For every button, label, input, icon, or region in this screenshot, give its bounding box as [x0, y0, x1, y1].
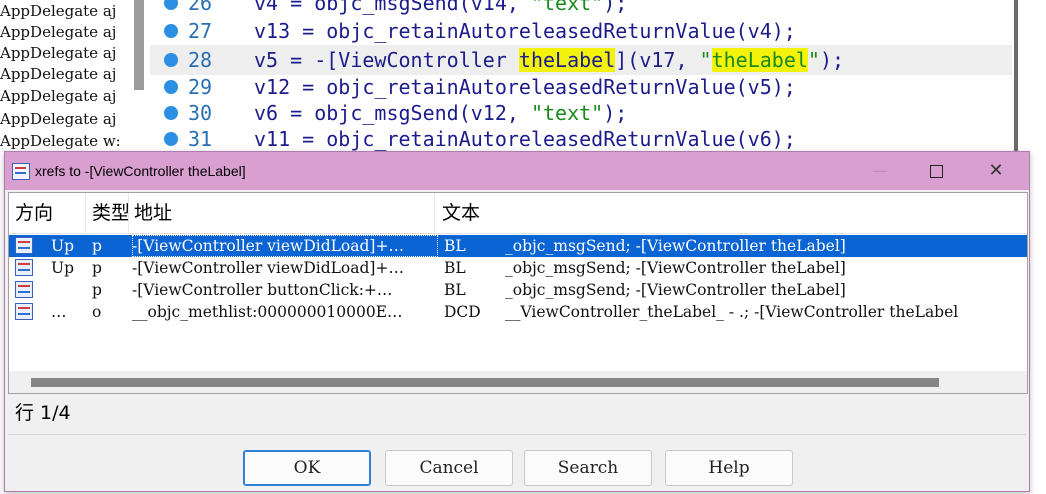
table-row[interactable]: … o __objc_methlist:000000010000E… DCD _…	[9, 301, 1027, 323]
row-text: _objc_msgSend; -[ViewController theLabel…	[505, 281, 846, 299]
breakpoint-dot-icon[interactable]	[164, 106, 178, 120]
column-header-text[interactable]: 文本	[442, 193, 1022, 233]
xrefs-list[interactable]: 方向 类型 地址 文本 Up p -[ViewController viewDi…	[8, 192, 1028, 394]
highlighted-identifier: theLabel	[711, 48, 808, 72]
code-line[interactable]: 31 v11 = objc_retainAutoreleasedReturnVa…	[150, 124, 1012, 154]
row-mnemonic: BL	[444, 281, 466, 299]
breakpoint-dot-icon[interactable]	[164, 24, 178, 38]
function-list-item[interactable]: AppDelegate w:	[0, 130, 121, 153]
xref-code-icon	[15, 237, 33, 254]
line-number: 28	[188, 48, 213, 72]
row-count-status: 行 1/4	[15, 402, 71, 424]
column-header-address[interactable]: 地址	[134, 193, 435, 233]
dialog-titlebar[interactable]: xrefs to -[ViewController theLabel] — ✕	[5, 152, 1029, 190]
row-type: p	[92, 259, 102, 277]
horizontal-scrollbar[interactable]	[9, 371, 1027, 393]
breakpoint-dot-icon[interactable]	[164, 0, 178, 10]
search-button[interactable]: Search	[524, 450, 652, 486]
row-direction: Up	[51, 259, 74, 277]
code-text: v11 = objc_retainAutoreleasedReturnValue…	[254, 127, 796, 151]
row-mnemonic: DCD	[444, 303, 481, 321]
help-button[interactable]: Help	[665, 450, 793, 486]
table-row[interactable]: Up p -[ViewController viewDidLoad]+… BL …	[9, 235, 1027, 257]
table-row[interactable]: p -[ViewController buttonClick:+… BL _ob…	[9, 279, 1027, 301]
pane-border	[1014, 0, 1018, 160]
row-type: p	[92, 281, 102, 299]
maximize-button[interactable]	[913, 152, 959, 190]
divider	[8, 434, 1026, 435]
breakpoint-dot-icon[interactable]	[164, 132, 178, 146]
code-line-current[interactable]: 28 v5 = -[ViewController theLabel](v17, …	[150, 45, 1012, 75]
code-text: v13 = objc_retainAutoreleasedReturnValue…	[254, 19, 796, 43]
xrefs-dialog: xrefs to -[ViewController theLabel] — ✕ …	[4, 151, 1030, 492]
row-address: -[ViewController viewDidLoad]+…	[132, 235, 438, 257]
breakpoint-dot-icon[interactable]	[164, 53, 178, 67]
row-mnemonic: BL	[444, 237, 466, 255]
function-list-item[interactable]: AppDelegate aj	[0, 63, 116, 86]
function-list-item[interactable]: AppDelegate aj	[0, 108, 116, 131]
row-direction: Up	[51, 237, 74, 255]
table-row[interactable]: Up p -[ViewController viewDidLoad]+… BL …	[9, 257, 1027, 279]
line-number: 31	[188, 127, 213, 151]
code-line[interactable]: 27 v13 = objc_retainAutoreleasedReturnVa…	[150, 16, 1012, 46]
xref-code-icon	[15, 281, 33, 298]
row-type: p	[92, 237, 102, 255]
xref-data-icon	[15, 303, 33, 320]
column-header-type[interactable]: 类型	[92, 193, 129, 233]
list-header: 方向 类型 地址 文本	[9, 193, 1027, 234]
row-address: __objc_methlist:000000010000E…	[132, 303, 403, 321]
function-list-item[interactable]: AppDelegate aj	[0, 85, 116, 108]
row-mnemonic: BL	[444, 259, 466, 277]
cancel-button[interactable]: Cancel	[385, 450, 513, 486]
ok-button[interactable]: OK	[243, 450, 371, 486]
function-list-scrollbar[interactable]	[134, 0, 144, 90]
scrollbar-thumb[interactable]	[31, 378, 939, 387]
row-type: o	[92, 303, 102, 321]
line-number: 27	[188, 19, 213, 43]
row-text: _objc_msgSend; -[ViewController theLabel…	[505, 259, 846, 277]
breakpoint-dot-icon[interactable]	[164, 80, 178, 94]
row-text: _objc_msgSend; -[ViewController theLabel…	[505, 237, 846, 255]
highlighted-identifier: theLabel	[518, 48, 616, 72]
row-direction: …	[51, 303, 67, 321]
row-address: -[ViewController buttonClick:+…	[132, 281, 393, 299]
close-button[interactable]: ✕	[973, 152, 1019, 190]
xrefs-window-icon	[12, 163, 30, 180]
minimize-button[interactable]: —	[857, 152, 903, 190]
column-header-direction[interactable]: 方向	[15, 193, 86, 233]
maximize-icon	[929, 165, 943, 178]
function-list-item[interactable]: AppDelegate aj	[0, 21, 116, 44]
function-list-item[interactable]: AppDelegate aj	[0, 42, 116, 65]
xref-code-icon	[15, 259, 33, 276]
row-text: __ViewController_theLabel_ - .; -[ViewCo…	[505, 303, 959, 321]
code-text: v5 = -[ViewController theLabel](v17, "th…	[254, 48, 845, 72]
row-address: -[ViewController viewDidLoad]+…	[132, 259, 404, 277]
function-list-item[interactable]: AppDelegate aj	[0, 0, 116, 23]
dialog-title: xrefs to -[ViewController theLabel]	[35, 163, 246, 179]
